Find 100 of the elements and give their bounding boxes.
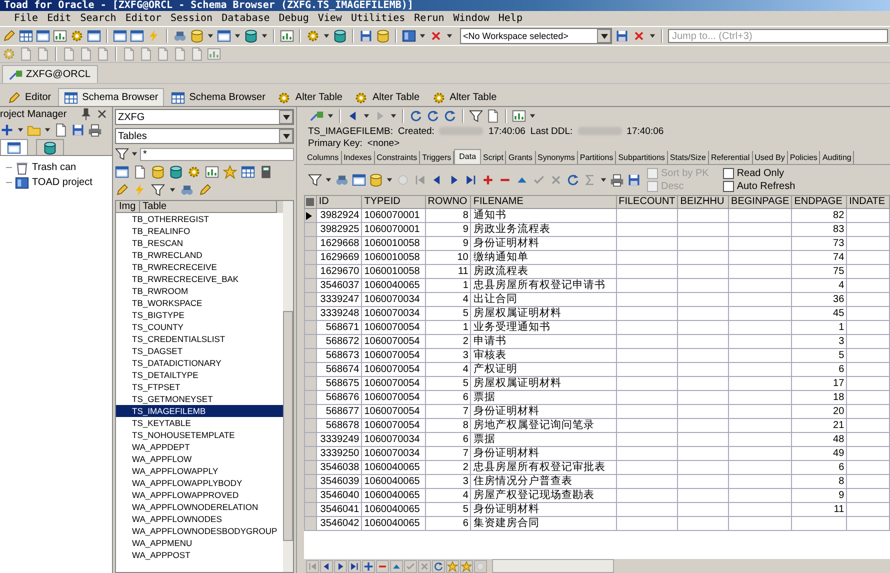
window-icon[interactable] <box>36 29 50 43</box>
table-list-item[interactable]: WA_APPFLOWNODERELATION <box>116 501 283 513</box>
refresh-icon[interactable] <box>426 109 440 123</box>
check-icon[interactable] <box>404 560 417 572</box>
caret-icon[interactable] <box>282 134 290 138</box>
gear-icon[interactable] <box>277 90 292 104</box>
table-list-item[interactable]: TB_RWRECLAND <box>116 249 283 261</box>
object-tab[interactable]: Used By <box>752 151 788 164</box>
menu-item[interactable]: Edit <box>47 13 72 24</box>
chart-icon[interactable] <box>205 164 219 178</box>
table-list-item[interactable]: TB_REALINFO <box>116 225 283 237</box>
column-header[interactable]: BEGINPAGE <box>728 196 792 208</box>
gear-icon[interactable] <box>432 90 446 104</box>
plus-icon[interactable] <box>0 123 14 137</box>
database-icon[interactable] <box>43 140 57 154</box>
table-list-item[interactable]: TB_RWRECRECEIVE <box>116 261 283 273</box>
menu-item[interactable]: Debug <box>278 13 309 24</box>
menu-item[interactable]: File <box>14 13 38 24</box>
table-list-item[interactable]: TB_RESCAN <box>116 237 283 249</box>
table-list-item[interactable]: WA_APPFLOWAPPLYBODY <box>116 477 283 489</box>
object-tab[interactable]: Auditing <box>820 151 854 164</box>
filter-icon[interactable] <box>469 109 483 123</box>
column-header[interactable]: INDATE <box>846 196 890 208</box>
table-icon[interactable] <box>19 29 33 43</box>
document-icon[interactable] <box>54 123 68 137</box>
table-list-item[interactable]: WA_APPFLOWAPPLY <box>116 465 283 477</box>
save-icon[interactable] <box>615 29 629 43</box>
window-icon[interactable] <box>113 29 127 43</box>
refresh-icon[interactable] <box>409 109 423 123</box>
document-icon[interactable] <box>133 164 147 178</box>
window-icon[interactable] <box>7 140 21 154</box>
window-icon[interactable] <box>115 164 129 178</box>
pencil-icon[interactable] <box>2 29 16 43</box>
column-header[interactable]: FILECOUNT <box>616 196 678 208</box>
save-icon[interactable] <box>71 123 85 137</box>
last-record-icon[interactable] <box>464 173 478 187</box>
filter-field[interactable]: * <box>140 148 294 160</box>
object-type-dropdown[interactable]: Tables <box>115 128 294 144</box>
refresh-icon[interactable] <box>566 173 580 187</box>
object-tab[interactable]: Columns <box>305 151 342 164</box>
menu-item[interactable]: Help <box>498 13 522 24</box>
caret-icon[interactable] <box>600 34 608 38</box>
column-header[interactable]: Table <box>140 201 277 213</box>
connection-tab[interactable]: ZXFG@ORCL <box>2 65 98 83</box>
refresh-icon[interactable] <box>443 109 457 123</box>
document-tab[interactable]: Editor <box>2 89 56 106</box>
table-icon[interactable] <box>64 90 78 104</box>
gear-icon[interactable] <box>354 90 368 104</box>
column-header[interactable]: TYPEID <box>362 196 426 208</box>
table-list-item[interactable]: WA_APPFLOW <box>116 453 283 465</box>
table-list-item[interactable]: WA_APPFLOWNODESBODYGROUP <box>116 525 283 537</box>
scrollbar[interactable] <box>283 201 293 572</box>
panel-tab[interactable] <box>0 139 28 155</box>
menu-item[interactable]: Rerun <box>414 13 444 24</box>
save-icon[interactable] <box>359 29 373 43</box>
table-list-item[interactable]: TS_FTPSET <box>116 381 283 393</box>
panel-tab[interactable] <box>36 139 64 155</box>
window-icon[interactable] <box>352 173 366 187</box>
table-list-item[interactable]: TB_RWRECRECEIVE_BAK <box>116 273 283 285</box>
column-header[interactable]: ENDPAGE <box>792 196 847 208</box>
menu-item[interactable]: View <box>318 13 342 24</box>
menu-item[interactable]: Session <box>170 13 213 24</box>
calculator-icon[interactable] <box>259 164 273 178</box>
database-icon[interactable] <box>333 29 347 43</box>
refresh-icon[interactable] <box>432 560 445 572</box>
pencil-icon[interactable] <box>115 182 129 196</box>
tree-item[interactable]: Trash can <box>32 162 76 173</box>
caret-icon[interactable] <box>282 114 290 120</box>
jump-to-field[interactable]: Jump to... (Ctrl+3) <box>668 29 888 43</box>
star-icon[interactable] <box>446 560 459 572</box>
tree-item[interactable]: TOAD project <box>32 177 92 188</box>
star-icon[interactable] <box>223 164 237 178</box>
horizontal-scrollbar[interactable] <box>492 559 614 573</box>
table-list-item[interactable]: TS_KEYTABLE <box>116 417 283 429</box>
menu-item[interactable]: Search <box>80 13 116 24</box>
table-list-item[interactable]: WA_APPFLOWAPPROVED <box>116 489 283 501</box>
column-header[interactable]: BEIZHHU <box>678 196 729 208</box>
schema-dropdown[interactable]: ZXFG <box>115 109 294 125</box>
printer-icon[interactable] <box>88 123 102 137</box>
object-tab[interactable]: Policies <box>788 151 820 164</box>
document-tab[interactable]: Alter Table <box>349 89 425 106</box>
object-tab[interactable]: Indexes <box>342 151 375 164</box>
column-header[interactable]: ROWNO <box>425 196 471 208</box>
database-icon[interactable] <box>169 164 183 178</box>
table-list-item[interactable]: WA_APPDEPT <box>116 441 283 453</box>
menu-item[interactable]: Utilities <box>350 13 406 24</box>
table-list-item[interactable]: TS_DAGSET <box>116 345 283 357</box>
project-icon[interactable] <box>402 29 416 43</box>
object-tab[interactable]: Data <box>454 149 482 164</box>
database-icon[interactable] <box>151 164 165 178</box>
option-checkbox[interactable]: Auto Refresh <box>722 180 796 193</box>
chart-icon[interactable] <box>512 109 526 123</box>
workspace-dropdown[interactable]: <No Workspace selected> <box>460 28 612 44</box>
table-list-item[interactable]: TB_OTHERREGIST <box>116 213 283 225</box>
object-tab[interactable]: Subpartitions <box>616 151 668 164</box>
binoculars-icon[interactable] <box>180 182 194 196</box>
table-list-item[interactable]: WA_APPMENU <box>116 537 283 549</box>
filter-icon[interactable] <box>151 182 165 196</box>
table-list-item[interactable]: TS_IMAGEFILEMB <box>116 405 283 417</box>
plus-icon[interactable] <box>481 173 495 187</box>
